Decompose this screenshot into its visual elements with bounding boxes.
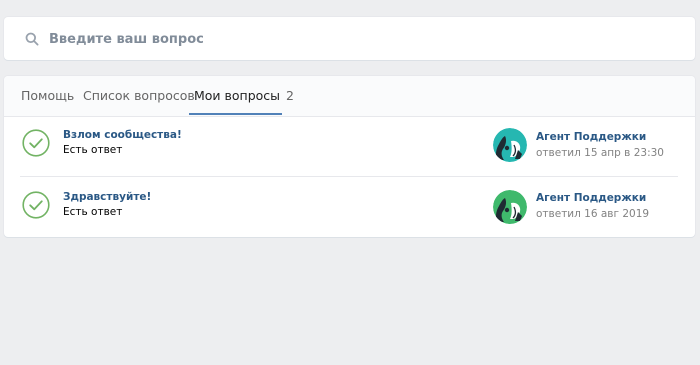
answer-time: ответил 16 авг 2019 <box>536 208 650 220</box>
agent-avatar[interactable] <box>493 128 527 162</box>
agent-name[interactable]: Агент Поддержки <box>536 131 646 143</box>
question-row[interactable]: Здравствуйте! Есть ответ Агент Поддержки… <box>4 177 695 237</box>
question-title[interactable]: Взлом сообщества! <box>63 129 182 141</box>
search-icon <box>25 32 39 46</box>
agent-avatar[interactable] <box>493 190 527 224</box>
question-status: Есть ответ <box>63 206 123 218</box>
question-row[interactable]: Взлом сообщества! Есть ответ Агент Подде… <box>4 116 695 177</box>
questions-panel: Помощь Список вопросов Мои вопросы 2 Взло… <box>4 76 695 237</box>
answer-time: ответил 15 апр в 23:30 <box>536 147 664 159</box>
tab-help-label: Помощь <box>21 88 75 103</box>
check-circle-icon <box>22 129 50 157</box>
question-title[interactable]: Здравствуйте! <box>63 191 151 203</box>
search-bar <box>4 17 695 60</box>
tab-my-questions-label: Мои вопросы <box>194 88 281 103</box>
active-tab-indicator <box>189 113 282 115</box>
agent-name[interactable]: Агент Поддержки <box>536 192 646 204</box>
tab-my-questions-count: 2 <box>286 88 294 103</box>
tab-bar: Помощь Список вопросов Мои вопросы 2 <box>4 76 695 117</box>
tab-help[interactable]: Помощь <box>21 76 74 115</box>
check-circle-icon <box>22 191 50 219</box>
tab-my-questions[interactable]: Мои вопросы 2 <box>194 76 294 115</box>
tab-questions-list[interactable]: Список вопросов <box>83 76 195 115</box>
search-input[interactable] <box>49 27 649 51</box>
question-status: Есть ответ <box>63 144 123 156</box>
tab-questions-list-label: Список вопросов <box>83 88 195 103</box>
